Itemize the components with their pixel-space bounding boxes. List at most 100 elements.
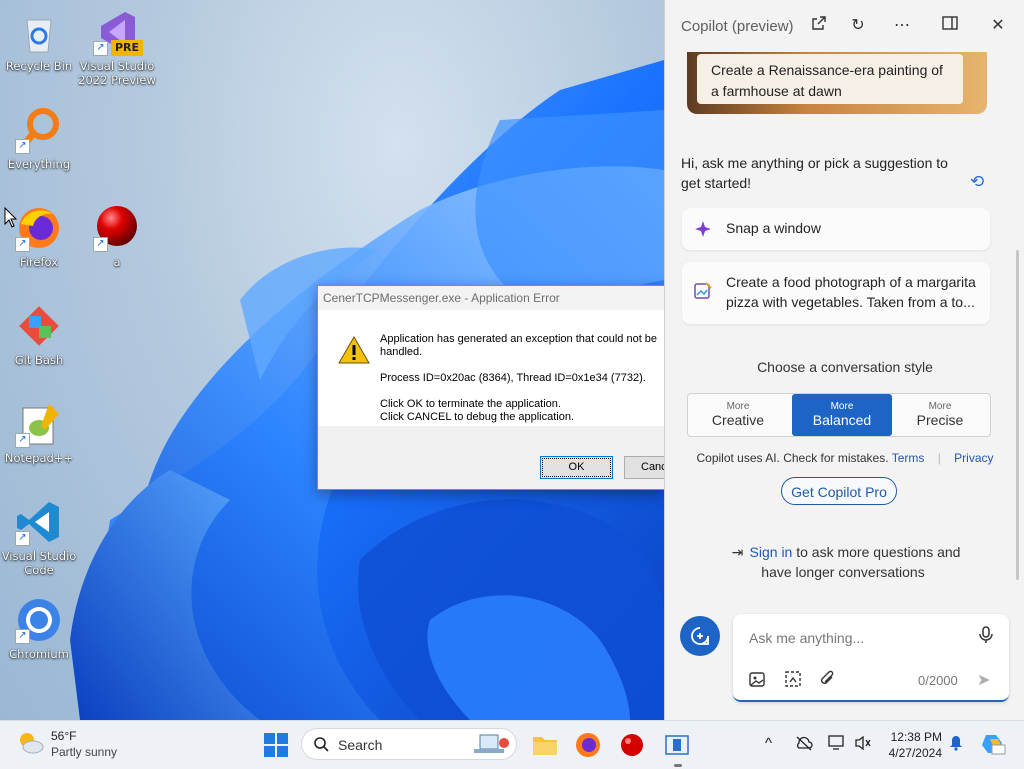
- display-icon[interactable]: [828, 735, 846, 751]
- weather-widget[interactable]: 56°F Partly sunny: [16, 729, 117, 760]
- refresh-suggestions-icon[interactable]: ⟲: [970, 172, 984, 192]
- desktop-icon-label: Visual Studio Code: [1, 549, 77, 577]
- open-external-icon[interactable]: [808, 15, 830, 37]
- dialog-footer: OK Cancel: [318, 426, 664, 489]
- clock-date: 4/27/2024: [888, 746, 942, 760]
- send-icon[interactable]: ➤: [977, 670, 990, 690]
- ok-button[interactable]: OK: [540, 456, 613, 479]
- shortcut-arrow-icon: ↗: [15, 139, 30, 154]
- close-icon[interactable]: ✕: [987, 15, 1009, 37]
- chat-composer: 0/2000 ➤: [733, 614, 1009, 702]
- recycle-bin-icon: [15, 8, 63, 56]
- refresh-icon[interactable]: ↻: [847, 15, 869, 37]
- clock-time: 12:38 PM: [890, 730, 942, 744]
- desktop-icon-chromium[interactable]: ↗ Chromium: [0, 596, 78, 661]
- chevron-up-icon[interactable]: ^: [765, 735, 772, 752]
- dialog-title[interactable]: CenerTCPMessenger.exe - Application Erro…: [318, 286, 664, 310]
- chromium-icon: ↗: [15, 596, 63, 644]
- style-small-label: More: [726, 401, 750, 412]
- mouse-cursor-icon: [4, 207, 18, 228]
- red-ball-taskbar-icon[interactable]: [618, 731, 646, 759]
- desktop-icon-label: Chromium: [9, 647, 69, 661]
- git-bash-icon: [15, 302, 63, 350]
- notepad-plus-plus-icon: ↗: [15, 400, 63, 448]
- shortcut-arrow-icon: ↗: [93, 41, 108, 56]
- suggestion-card-text: Create a Renaissance-era painting of a f…: [697, 54, 963, 104]
- app-window-taskbar-icon[interactable]: [663, 731, 691, 759]
- start-button[interactable]: [264, 733, 288, 757]
- screenshot-icon[interactable]: [784, 670, 802, 693]
- suggestion-card-image[interactable]: Create a Renaissance-era painting of a f…: [687, 52, 987, 114]
- character-count: 0/2000: [918, 673, 958, 688]
- terms-link[interactable]: Terms: [892, 451, 925, 465]
- microphone-icon[interactable]: [979, 626, 993, 649]
- search-highlight-icon: [474, 734, 509, 753]
- conversation-style-toggle: More Creative More Balanced More Precise: [687, 393, 991, 437]
- taskbar-search[interactable]: Search: [301, 728, 517, 760]
- desktop-icon-label: Visual Studio 2022 Preview: [78, 59, 156, 87]
- cancel-button[interactable]: Cancel: [624, 456, 664, 479]
- signin-text: to ask more questions and have longer co…: [761, 544, 961, 580]
- attach-icon[interactable]: [819, 670, 837, 693]
- suggestion-chip-snap-window[interactable]: Snap a window: [682, 208, 990, 250]
- cloud-offline-icon[interactable]: [795, 735, 813, 751]
- partly-sunny-icon: [20, 733, 44, 754]
- desktop-icon-notepad-plus-plus[interactable]: ↗ Notepad++: [0, 400, 78, 465]
- dialog-body: Application has generated an exception t…: [318, 310, 664, 426]
- desktop-icon-git-bash[interactable]: Git Bash: [0, 302, 78, 367]
- preview-badge: PRE: [110, 40, 143, 56]
- suggestion-chip-label: Snap a window: [726, 220, 821, 236]
- shortcut-arrow-icon: ↗: [15, 531, 30, 546]
- clock[interactable]: 12:38 PM 4/27/2024: [884, 729, 942, 761]
- new-topic-icon: [691, 627, 709, 645]
- shortcut-arrow-icon: ↗: [15, 237, 30, 252]
- suggestion-chip-food-photo[interactable]: Create a food photograph of a margarita …: [682, 262, 990, 324]
- style-creative-button[interactable]: More Creative: [688, 394, 788, 436]
- image-create-icon: [694, 282, 712, 305]
- copilot-panel: Copilot (preview) ↻ ⋯ ✕ Create a Renaiss…: [664, 0, 1024, 720]
- file-explorer-icon[interactable]: [531, 731, 559, 759]
- conversation-style-label: Choose a conversation style: [757, 359, 933, 375]
- warning-icon: [338, 336, 370, 364]
- signin-prompt: ⇥ Sign in to ask more questions and have …: [713, 542, 973, 582]
- desktop-icon-a[interactable]: ↗ a: [78, 204, 156, 269]
- desktop-icon-label: Git Bash: [14, 353, 64, 367]
- notification-bell-icon[interactable]: [949, 735, 963, 751]
- desktop-icon-vscode[interactable]: ↗ Visual Studio Code: [0, 498, 78, 577]
- visual-studio-icon: PRE ↗: [93, 8, 143, 56]
- add-image-icon[interactable]: [749, 670, 767, 693]
- red-ball-icon: ↗: [93, 204, 141, 252]
- disclaimer-text: Copilot uses AI. Check for mistakes.: [696, 451, 889, 465]
- privacy-link[interactable]: Privacy: [954, 451, 993, 465]
- new-topic-button[interactable]: [680, 616, 720, 656]
- style-balanced-button[interactable]: More Balanced: [792, 394, 892, 436]
- style-big-label: Balanced: [812, 412, 872, 428]
- signin-link[interactable]: Sign in: [750, 544, 793, 560]
- get-copilot-pro-button[interactable]: Get Copilot Pro: [781, 477, 897, 505]
- ask-input[interactable]: [747, 624, 971, 652]
- copilot-icon[interactable]: [980, 731, 1006, 757]
- desktop-icon-everything[interactable]: ↗ Everything: [0, 106, 78, 171]
- speaker-muted-icon[interactable]: [854, 735, 872, 751]
- firefox-taskbar-icon[interactable]: [574, 731, 602, 759]
- copilot-title: Copilot (preview): [681, 18, 794, 35]
- desktop-icon-recycle-bin[interactable]: Recycle Bin: [0, 8, 78, 73]
- shortcut-arrow-icon: ↗: [15, 433, 30, 448]
- dialog-message: Application has generated an exception t…: [380, 333, 664, 437]
- style-big-label: Creative: [711, 412, 765, 428]
- application-error-dialog[interactable]: CenerTCPMessenger.exe - Application Erro…: [317, 285, 664, 490]
- copilot-greeting: Hi, ask me anything or pick a suggestion…: [681, 155, 948, 191]
- desktop: Recycle Bin PRE ↗ Visual Studio 2022 Pre…: [0, 0, 664, 720]
- desktop-icon-label: Firefox: [19, 255, 59, 269]
- style-precise-button[interactable]: More Precise: [890, 394, 990, 436]
- more-icon[interactable]: ⋯: [891, 15, 913, 37]
- desktop-icon-label: Everything: [7, 157, 71, 171]
- ai-disclaimer: Copilot uses AI. Check for mistakes. Ter…: [665, 451, 1024, 465]
- vscode-icon: ↗: [15, 498, 63, 546]
- dock-panel-icon[interactable]: [939, 15, 961, 37]
- weather-condition: Partly sunny: [51, 745, 118, 759]
- panel-scrollbar[interactable]: [1016, 250, 1019, 580]
- search-icon: [314, 737, 329, 752]
- desktop-icon-visual-studio[interactable]: PRE ↗ Visual Studio 2022 Preview: [78, 8, 156, 87]
- desktop-icon-label: a: [113, 255, 121, 269]
